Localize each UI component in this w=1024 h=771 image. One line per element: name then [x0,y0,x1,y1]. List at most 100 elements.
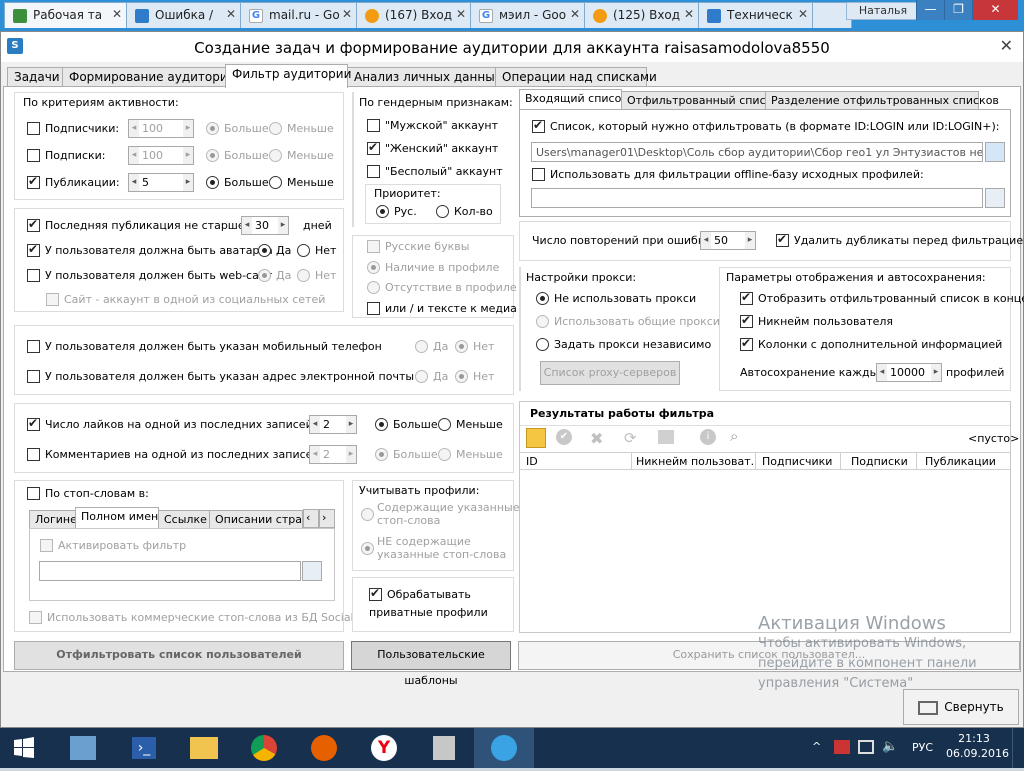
filter-users-button[interactable]: Отфильтровать список пользователей [14,641,344,670]
nickname-checkbox[interactable] [740,313,753,328]
avatar-no-radio[interactable] [297,244,310,257]
neutral-account-checkbox[interactable] [367,165,380,178]
followers-checkbox[interactable] [27,122,40,135]
following-stepper[interactable]: ◂ 100 ▸ [128,146,194,165]
phone-yes-radio[interactable] [415,340,428,353]
tray-expand-icon[interactable]: ^ [812,740,821,753]
independent-proxy-radio[interactable] [536,338,549,351]
decrement-icon[interactable]: ◂ [129,174,139,191]
tab-tasks[interactable]: Задачи [7,67,63,87]
taskbar-app-socialkit[interactable] [474,728,534,768]
followers-stepper[interactable]: ◂ 100 ▸ [128,119,194,138]
increment-icon[interactable]: ▸ [346,416,356,433]
taskbar-app-calculator[interactable] [414,728,474,768]
likes-less-radio[interactable] [438,418,451,431]
tab-page-description[interactable]: Описании страни [209,510,303,529]
taskbar-app-firefox[interactable] [294,728,354,768]
show-desktop-button[interactable] [1012,728,1024,768]
website-required-checkbox[interactable] [27,269,40,282]
flag-icon[interactable] [834,740,850,754]
activate-filter-checkbox[interactable] [40,539,53,552]
stopwords-checkbox[interactable] [27,487,40,500]
clock[interactable]: 21:13 06.09.2016 [946,732,1009,760]
avatar-yes-radio[interactable] [258,244,271,257]
restore-icon[interactable]: ❐ [944,0,972,20]
following-checkbox[interactable] [27,149,40,162]
email-required-checkbox[interactable] [27,370,40,383]
close-icon[interactable]: ✕ [798,7,808,21]
show-filtered-list-checkbox[interactable] [740,290,753,305]
posts-less-radio[interactable] [269,176,282,189]
decrement-icon[interactable]: ◂ [310,446,320,463]
presence-radio[interactable] [367,261,380,274]
user-templates-button[interactable]: Пользовательские шаблоны [351,641,511,687]
male-account-checkbox[interactable] [367,119,380,132]
info-icon[interactable]: i [700,429,716,445]
priority-rus-radio[interactable] [376,205,389,218]
volume-icon[interactable]: 🔈 [882,739,898,754]
likes-more-radio[interactable] [375,418,388,431]
posts-checkbox[interactable] [27,174,40,189]
taskbar-app-powershell[interactable]: ›_ [114,728,174,768]
close-icon[interactable]: ✕ [226,7,236,21]
phone-required-checkbox[interactable] [27,340,40,353]
posts-more-radio[interactable] [206,176,219,189]
close-icon[interactable]: ✕ [570,7,580,21]
email-yes-radio[interactable] [415,370,428,383]
likes-checkbox[interactable] [27,416,40,431]
extra-columns-checkbox[interactable] [740,336,753,351]
tab-list-operations[interactable]: Операции над списками [495,67,657,87]
column-header[interactable]: Подписки [841,453,917,469]
russian-letters-checkbox[interactable] [367,240,380,253]
remove-duplicates-checkbox[interactable] [776,232,789,247]
retry-count-stepper[interactable]: ◂ 50 ▸ [700,231,756,250]
social-site-checkbox[interactable] [46,293,59,306]
email-no-radio[interactable] [455,370,468,383]
tab-split-lists[interactable]: Разделение отфильтрованных списков [765,91,999,110]
tab-filtered-list[interactable]: Отфильтрованный список [621,91,779,110]
comments-less-radio[interactable] [438,448,451,461]
followers-more-radio[interactable] [206,122,219,135]
column-header[interactable]: Подписчики [756,453,841,469]
decrement-icon[interactable]: ◂ [129,120,139,137]
browser-tab[interactable]: (167) Вход ✕ [356,2,472,28]
taskbar-app-explorer[interactable] [174,728,234,768]
network-status-icon[interactable] [858,740,874,754]
followers-less-radio[interactable] [269,122,282,135]
close-window-icon[interactable]: ✕ [972,0,1018,20]
open-file-icon[interactable] [302,561,322,581]
comments-checkbox[interactable] [27,448,40,461]
browser-tab[interactable]: Gmail.ru - Go ✕ [240,2,358,28]
phone-no-radio[interactable] [455,340,468,353]
last-post-checkbox[interactable] [27,217,40,232]
delete-icon[interactable]: ✖ [590,429,603,448]
source-list-checkbox[interactable] [532,118,545,133]
user-profile-button[interactable]: Наталья [846,2,920,20]
increment-icon[interactable]: ▸ [745,232,755,249]
increment-icon[interactable]: ▸ [346,446,356,463]
last-post-days-stepper[interactable]: ◂ 30 ▸ [241,216,289,235]
close-icon[interactable]: ✕ [1000,36,1013,55]
taskbar-app-network[interactable] [54,728,114,768]
language-indicator[interactable]: РУС [912,741,933,754]
decrement-icon[interactable]: ◂ [877,364,887,381]
increment-icon[interactable]: ▸ [183,147,193,164]
source-file-path-input[interactable]: Users\manager01\Desktop\Соль сбор аудито… [531,142,983,162]
close-icon[interactable]: ✕ [684,7,694,21]
close-icon[interactable]: ✕ [342,7,352,21]
increment-icon[interactable]: ▸ [183,174,193,191]
autosave-stepper[interactable]: ◂ 10000 ▸ [876,363,942,382]
close-icon[interactable]: ✕ [456,7,466,21]
check-icon[interactable]: ✔ [556,429,572,445]
website-no-radio[interactable] [297,269,310,282]
start-button[interactable] [0,728,50,768]
tab-incoming-list[interactable]: Входящий список [519,89,628,110]
increment-icon[interactable]: ▸ [278,217,288,234]
posts-stepper[interactable]: ◂ 5 ▸ [128,173,194,192]
browser-tab[interactable]: Техническ ✕ [698,2,814,28]
copy-icon[interactable] [658,430,674,444]
browser-tab[interactable]: Рабочая та ✕ [4,2,128,28]
tab-full-name[interactable]: Полном имени [75,507,165,529]
browser-tab[interactable]: Ошибка / ✕ [126,2,242,28]
common-proxy-radio[interactable] [536,315,549,328]
